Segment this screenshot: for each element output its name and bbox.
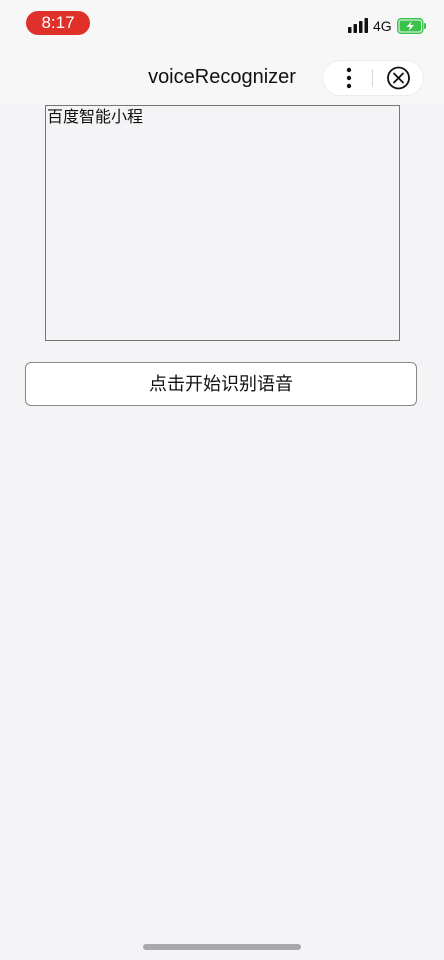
app-screen: 8:17 4G voiceRecognizer 百度智能小程 点击开始识别语音 — [0, 0, 444, 960]
status-time: 8:17 — [26, 11, 90, 35]
battery-charging-icon — [397, 18, 427, 34]
network-type: 4G — [373, 18, 392, 34]
recognition-result-text: 百度智能小程 — [47, 107, 144, 126]
status-bar: 8:17 4G — [0, 0, 444, 48]
more-icon[interactable] — [322, 60, 373, 96]
home-indicator — [143, 944, 301, 950]
capsule-menu — [322, 60, 424, 96]
close-circle-icon[interactable] — [373, 60, 424, 96]
cellular-signal-icon — [348, 17, 368, 33]
start-recognition-button[interactable]: 点击开始识别语音 — [25, 362, 417, 406]
navigation-bar: voiceRecognizer — [0, 48, 444, 104]
recognition-result-textarea[interactable]: 百度智能小程 — [45, 105, 400, 341]
